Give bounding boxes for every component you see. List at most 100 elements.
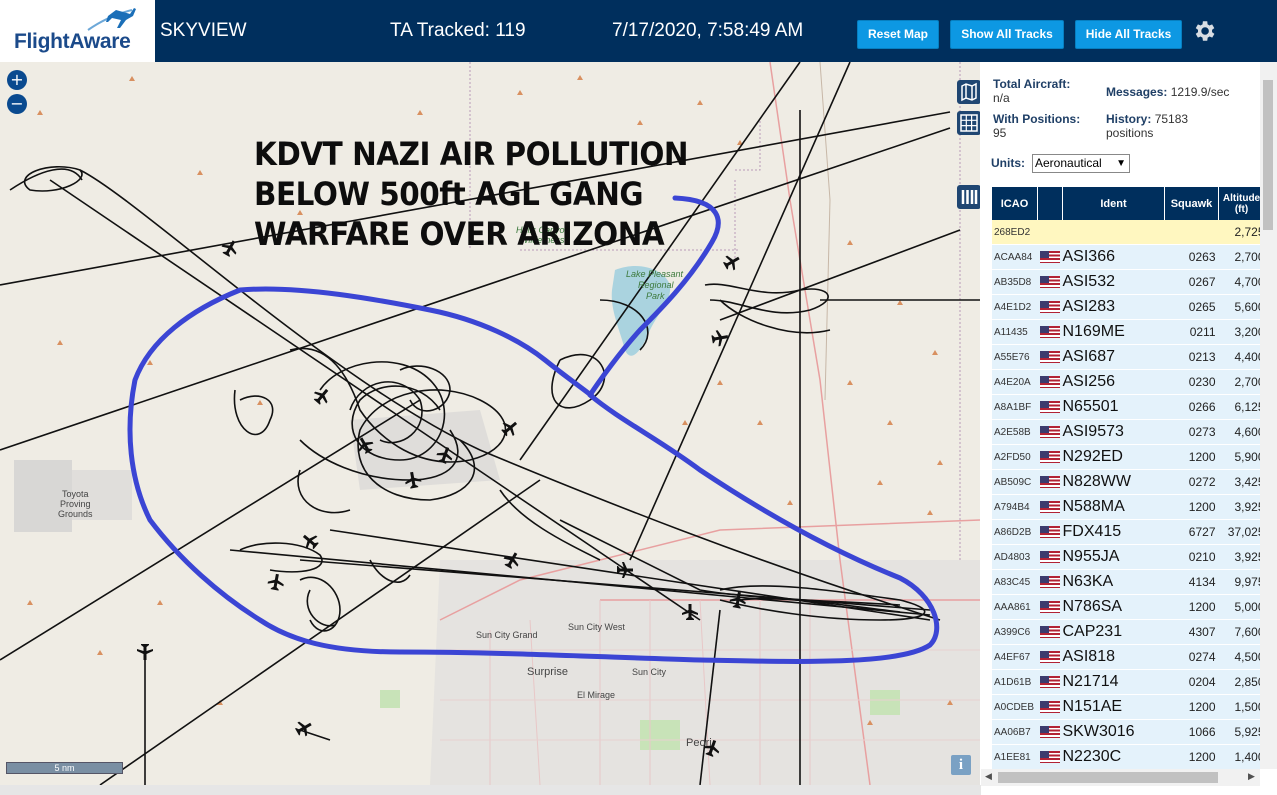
table-row[interactable]: A2FD50 N292ED 1200 5,900 (992, 444, 1265, 470)
cell-squawk: 0204 (1164, 669, 1219, 695)
scroll-right-icon[interactable]: ▶ (1248, 772, 1255, 782)
cell-ident: N21714 (1062, 669, 1165, 695)
us-flag-icon (1039, 375, 1060, 388)
overlay-caption-line-1: KDVT NAZI AIR POLLUTION (254, 135, 689, 173)
table-row[interactable]: AAA861 N786SA 1200 5,000 (992, 594, 1265, 620)
cell-icao: AA06B7 (992, 719, 1038, 745)
cell-icao: A1EE81 (992, 744, 1038, 770)
hide-all-tracks-button[interactable]: Hide All Tracks (1075, 20, 1182, 49)
cell-squawk: 1200 (1164, 694, 1219, 720)
zoom-out-button[interactable]: − (7, 94, 27, 114)
table-row[interactable]: ACAA84 ASI366 0263 2,700 (992, 244, 1265, 270)
cell-icao: A399C6 (992, 619, 1038, 645)
map-area[interactable]: Hells Canyon Wilderness Lake Pleasant Re… (0, 62, 980, 785)
us-flag-icon (1039, 425, 1060, 438)
table-row[interactable]: AD4803 N955JA 0210 3,925 (992, 544, 1265, 570)
cell-icao: AB509C (992, 469, 1038, 495)
cell-ident: SKW3016 (1062, 719, 1165, 745)
map-layers-icon[interactable] (957, 80, 980, 104)
column-header-altitude[interactable]: Altitude (ft) (1218, 187, 1265, 220)
cell-ident: N151AE (1062, 694, 1165, 720)
column-header-icao[interactable]: ICAO (992, 187, 1038, 220)
column-header-ident[interactable]: Ident (1062, 187, 1165, 220)
grid-icon[interactable] (957, 111, 980, 135)
table-row[interactable]: A794B4 N588MA 1200 3,925 (992, 494, 1265, 520)
cell-ident: N955JA (1062, 544, 1165, 570)
cell-ident: ASI687 (1062, 344, 1165, 370)
cell-ident: FDX415 (1062, 519, 1165, 545)
cell-flag (1037, 220, 1063, 245)
cell-squawk (1164, 220, 1219, 245)
cell-icao: A4E1D2 (992, 294, 1038, 320)
table-row[interactable]: A83C45 N63KA 4134 9,975 (992, 569, 1265, 595)
scroll-left-icon[interactable]: ◀ (985, 772, 992, 782)
table-row[interactable]: A8A1BF N65501 0266 6,125 (992, 394, 1265, 420)
cell-altitude: 3,925 (1218, 494, 1265, 520)
table-row[interactable]: A4E1D2 ASI283 0265 5,600 (992, 294, 1265, 320)
cell-squawk: 1200 (1164, 444, 1219, 470)
table-row[interactable]: A399C6 CAP231 4307 7,600 (992, 619, 1265, 645)
with-positions-label: With Positions: (993, 112, 1081, 126)
table-row[interactable]: A86D2B FDX415 6727 37,025 (992, 519, 1265, 545)
table-row[interactable]: A4EF67 ASI818 0274 4,500 (992, 644, 1265, 670)
table-row[interactable]: A4E20A ASI256 0230 2,700 (992, 369, 1265, 395)
units-select[interactable]: Aeronautical ▼ (1032, 154, 1130, 173)
cell-flag (1037, 419, 1063, 445)
cell-icao: AAA861 (992, 594, 1038, 620)
column-header-squawk[interactable]: Squawk (1164, 187, 1219, 220)
show-all-tracks-button[interactable]: Show All Tracks (950, 20, 1064, 49)
info-icon[interactable]: i (951, 755, 971, 775)
cell-ident: N2230C (1062, 744, 1165, 770)
us-flag-icon (1039, 475, 1060, 488)
us-flag-icon (1039, 650, 1060, 663)
cell-ident: ASI818 (1062, 644, 1165, 670)
cell-flag (1037, 244, 1063, 270)
cell-icao: A86D2B (992, 519, 1038, 545)
cell-squawk: 4134 (1164, 569, 1219, 595)
cell-squawk: 0263 (1164, 244, 1219, 270)
table-row[interactable]: A2E58B ASI9573 0273 4,600 (992, 419, 1265, 445)
cell-squawk: 0273 (1164, 419, 1219, 445)
chevron-down-icon: ▼ (1116, 158, 1126, 169)
cell-flag (1037, 469, 1063, 495)
table-header-row: ICAO Ident Squawk Altitude (ft) (992, 187, 1265, 220)
map-label-park: Park (646, 291, 665, 301)
us-flag-icon (1039, 725, 1060, 738)
table-row[interactable]: A0CDEB N151AE 1200 1,500 (992, 694, 1265, 720)
aircraft-table-body: 268ED2 2,725 ACAA84 ASI366 0263 2,700 AB35D8 AS… (992, 220, 1265, 770)
us-flag-icon (1039, 300, 1060, 313)
us-flag-icon (1039, 450, 1060, 463)
ta-tracked-count: TA Tracked: 119 (390, 20, 526, 41)
table-row[interactable]: AB35D8 ASI532 0267 4,700 (992, 269, 1265, 295)
reset-map-button[interactable]: Reset Map (857, 20, 939, 49)
window-bottom-edge (0, 785, 981, 795)
vertical-scrollbar-thumb[interactable] (1263, 80, 1273, 230)
cell-ident: N63KA (1062, 569, 1165, 595)
cell-flag (1037, 594, 1063, 620)
cell-squawk: 1200 (1164, 494, 1219, 520)
columns-toggle-icon[interactable] (957, 185, 980, 209)
cell-altitude: 9,975 (1218, 569, 1265, 595)
map-label-lake: Lake Pleasant (626, 269, 684, 279)
units-label: Units: (991, 156, 1025, 170)
column-header-flag[interactable] (1037, 187, 1063, 220)
table-row[interactable]: A1D61B N21714 0204 2,850 (992, 669, 1265, 695)
table-row[interactable]: A1EE81 N2230C 1200 1,400 (992, 744, 1265, 770)
horizontal-scrollbar-thumb[interactable] (998, 772, 1218, 783)
cell-flag (1037, 644, 1063, 670)
us-flag-icon (1039, 350, 1060, 363)
total-aircraft-label: Total Aircraft: (993, 77, 1071, 91)
flightaware-logo[interactable]: FlightAware (0, 0, 155, 62)
cell-squawk: 6727 (1164, 519, 1219, 545)
gear-icon[interactable] (1191, 18, 1217, 44)
map-label-sun-city: Sun City (632, 667, 667, 677)
cell-flag (1037, 319, 1063, 345)
table-row[interactable]: AB509C N828WW 0272 3,425 (992, 469, 1265, 495)
zoom-in-button[interactable]: + (7, 70, 27, 90)
table-row[interactable]: A11435 N169ME 0211 3,200 (992, 319, 1265, 345)
table-row[interactable]: AA06B7 SKW3016 1066 5,925 (992, 719, 1265, 745)
table-row[interactable]: 268ED2 2,725 (992, 220, 1265, 245)
cell-altitude: 4,500 (1218, 644, 1265, 670)
cell-flag (1037, 369, 1063, 395)
table-row[interactable]: A55E76 ASI687 0213 4,400 (992, 344, 1265, 370)
